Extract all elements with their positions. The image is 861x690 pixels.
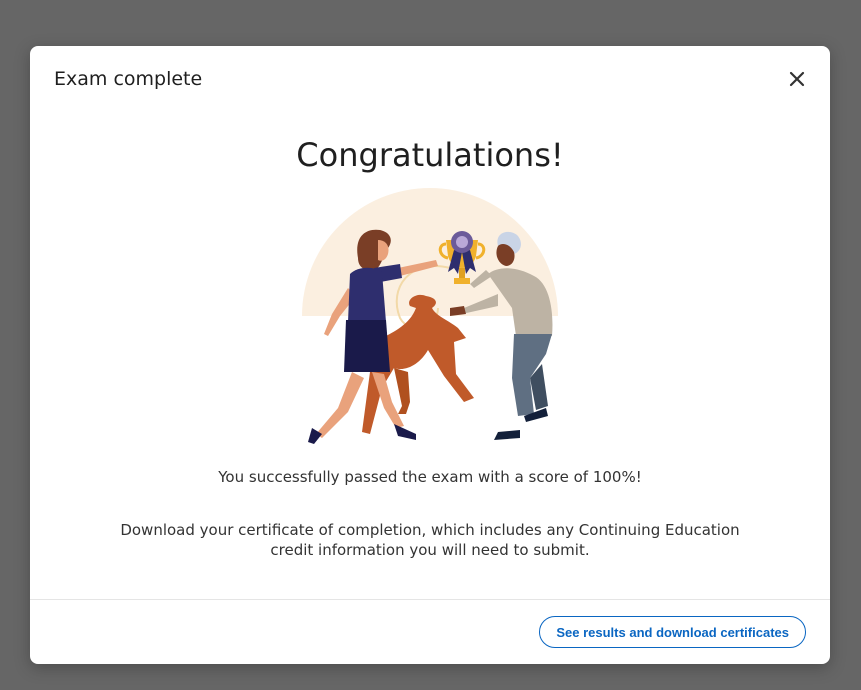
- footer-divider: [30, 599, 830, 600]
- exam-complete-dialog: Exam complete Congratulations! You succe…: [30, 46, 830, 664]
- close-button[interactable]: [784, 66, 810, 92]
- congratulations-heading: Congratulations!: [296, 136, 564, 174]
- dialog-header: Exam complete: [30, 46, 830, 114]
- certificate-message: Download your certificate of completion,…: [120, 521, 740, 559]
- close-icon: [789, 71, 805, 87]
- dialog-title: Exam complete: [54, 68, 203, 90]
- see-results-button[interactable]: See results and download certificates: [539, 616, 806, 648]
- score-message: You successfully passed the exam with a …: [218, 468, 642, 486]
- celebration-illustration: [302, 188, 558, 444]
